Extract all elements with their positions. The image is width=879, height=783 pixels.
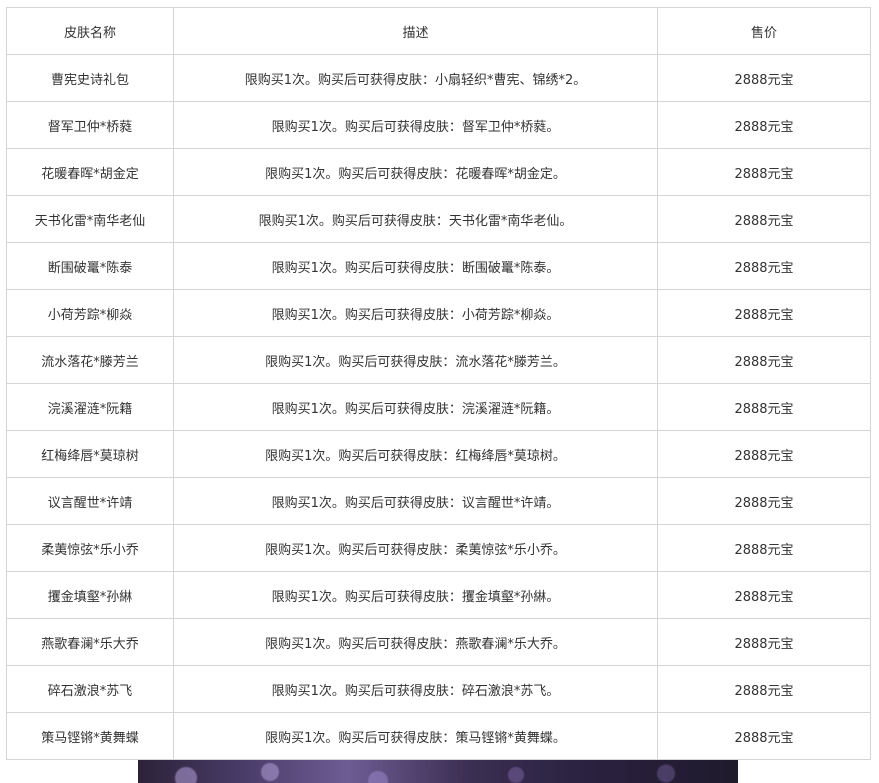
table-row: 流水落花*滕芳兰 限购买1次。购买后可获得皮肤：流水落花*滕芳兰。 2888元宝 [6, 336, 871, 384]
table-row: 攫金填壑*孙綝 限购买1次。购买后可获得皮肤：攫金填壑*孙綝。 2888元宝 [6, 571, 871, 619]
table-header-row: 皮肤名称 描述 售价 [6, 7, 871, 55]
cell-description: 限购买1次。购买后可获得皮肤：浣溪濯涟*阮籍。 [173, 383, 658, 431]
header-description: 描述 [173, 7, 658, 55]
cell-price: 2888元宝 [657, 195, 871, 243]
page: 皮肤名称 描述 售价 曹宪史诗礼包 限购买1次。购买后可获得皮肤：小扇轻织*曹宪… [0, 0, 879, 783]
table-row: 燕歌春澜*乐大乔 限购买1次。购买后可获得皮肤：燕歌春澜*乐大乔。 2888元宝 [6, 618, 871, 666]
cell-description: 限购买1次。购买后可获得皮肤：花暖春晖*胡金定。 [173, 148, 658, 196]
cell-price: 2888元宝 [657, 336, 871, 384]
cell-description: 限购买1次。购买后可获得皮肤：燕歌春澜*乐大乔。 [173, 618, 658, 666]
cell-description: 限购买1次。购买后可获得皮肤：攫金填壑*孙綝。 [173, 571, 658, 619]
cell-price: 2888元宝 [657, 148, 871, 196]
cell-skin-name: 督军卫仲*桥蕤 [6, 101, 174, 149]
table-row: 督军卫仲*桥蕤 限购买1次。购买后可获得皮肤：督军卫仲*桥蕤。 2888元宝 [6, 101, 871, 149]
header-skin-name: 皮肤名称 [6, 7, 174, 55]
cell-description: 限购买1次。购买后可获得皮肤：柔荑惊弦*乐小乔。 [173, 524, 658, 572]
cell-price: 2888元宝 [657, 477, 871, 525]
cell-price: 2888元宝 [657, 101, 871, 149]
cell-price: 2888元宝 [657, 618, 871, 666]
table-row: 议言醒世*许靖 限购买1次。购买后可获得皮肤：议言醒世*许靖。 2888元宝 [6, 477, 871, 525]
cell-price: 2888元宝 [657, 665, 871, 713]
table-row: 小荷芳踪*柳焱 限购买1次。购买后可获得皮肤：小荷芳踪*柳焱。 2888元宝 [6, 289, 871, 337]
cell-price: 2888元宝 [657, 524, 871, 572]
cell-price: 2888元宝 [657, 242, 871, 290]
cell-description: 限购买1次。购买后可获得皮肤：断围破鼍*陈泰。 [173, 242, 658, 290]
table-row: 断围破鼍*陈泰 限购买1次。购买后可获得皮肤：断围破鼍*陈泰。 2888元宝 [6, 242, 871, 290]
table-row: 红梅绛唇*莫琼树 限购买1次。购买后可获得皮肤：红梅绛唇*莫琼树。 2888元宝 [6, 430, 871, 478]
cell-description: 限购买1次。购买后可获得皮肤：碎石激浪*苏飞。 [173, 665, 658, 713]
cell-price: 2888元宝 [657, 571, 871, 619]
cell-description: 限购买1次。购买后可获得皮肤：流水落花*滕芳兰。 [173, 336, 658, 384]
cell-description: 限购买1次。购买后可获得皮肤：天书化雷*南华老仙。 [173, 195, 658, 243]
table-row: 浣溪濯涟*阮籍 限购买1次。购买后可获得皮肤：浣溪濯涟*阮籍。 2888元宝 [6, 383, 871, 431]
cell-price: 2888元宝 [657, 430, 871, 478]
cell-price: 2888元宝 [657, 712, 871, 760]
background-artwork [138, 760, 738, 783]
cell-skin-name: 花暖春晖*胡金定 [6, 148, 174, 196]
cell-description: 限购买1次。购买后可获得皮肤：红梅绛唇*莫琼树。 [173, 430, 658, 478]
table-row: 曹宪史诗礼包 限购买1次。购买后可获得皮肤：小扇轻织*曹宪、锦绣*2。 2888… [6, 54, 871, 102]
cell-description: 限购买1次。购买后可获得皮肤：小荷芳踪*柳焱。 [173, 289, 658, 337]
cell-skin-name: 议言醒世*许靖 [6, 477, 174, 525]
header-price: 售价 [657, 7, 871, 55]
cell-skin-name: 策马铿锵*黄舞蝶 [6, 712, 174, 760]
skin-price-table: 皮肤名称 描述 售价 曹宪史诗礼包 限购买1次。购买后可获得皮肤：小扇轻织*曹宪… [6, 7, 871, 760]
cell-price: 2888元宝 [657, 289, 871, 337]
cell-skin-name: 流水落花*滕芳兰 [6, 336, 174, 384]
cell-price: 2888元宝 [657, 54, 871, 102]
cell-skin-name: 浣溪濯涟*阮籍 [6, 383, 174, 431]
table-row: 策马铿锵*黄舞蝶 限购买1次。购买后可获得皮肤：策马铿锵*黄舞蝶。 2888元宝 [6, 712, 871, 760]
cell-skin-name: 燕歌春澜*乐大乔 [6, 618, 174, 666]
cell-description: 限购买1次。购买后可获得皮肤：议言醒世*许靖。 [173, 477, 658, 525]
cell-skin-name: 断围破鼍*陈泰 [6, 242, 174, 290]
cell-price: 2888元宝 [657, 383, 871, 431]
table-row: 花暖春晖*胡金定 限购买1次。购买后可获得皮肤：花暖春晖*胡金定。 2888元宝 [6, 148, 871, 196]
cell-description: 限购买1次。购买后可获得皮肤：小扇轻织*曹宪、锦绣*2。 [173, 54, 658, 102]
cell-description: 限购买1次。购买后可获得皮肤：督军卫仲*桥蕤。 [173, 101, 658, 149]
cell-skin-name: 红梅绛唇*莫琼树 [6, 430, 174, 478]
cell-skin-name: 天书化雷*南华老仙 [6, 195, 174, 243]
cell-skin-name: 小荷芳踪*柳焱 [6, 289, 174, 337]
cell-skin-name: 曹宪史诗礼包 [6, 54, 174, 102]
cell-skin-name: 柔荑惊弦*乐小乔 [6, 524, 174, 572]
table-row: 天书化雷*南华老仙 限购买1次。购买后可获得皮肤：天书化雷*南华老仙。 2888… [6, 195, 871, 243]
cell-description: 限购买1次。购买后可获得皮肤：策马铿锵*黄舞蝶。 [173, 712, 658, 760]
cell-skin-name: 碎石激浪*苏飞 [6, 665, 174, 713]
table-row: 柔荑惊弦*乐小乔 限购买1次。购买后可获得皮肤：柔荑惊弦*乐小乔。 2888元宝 [6, 524, 871, 572]
cell-skin-name: 攫金填壑*孙綝 [6, 571, 174, 619]
table-row: 碎石激浪*苏飞 限购买1次。购买后可获得皮肤：碎石激浪*苏飞。 2888元宝 [6, 665, 871, 713]
